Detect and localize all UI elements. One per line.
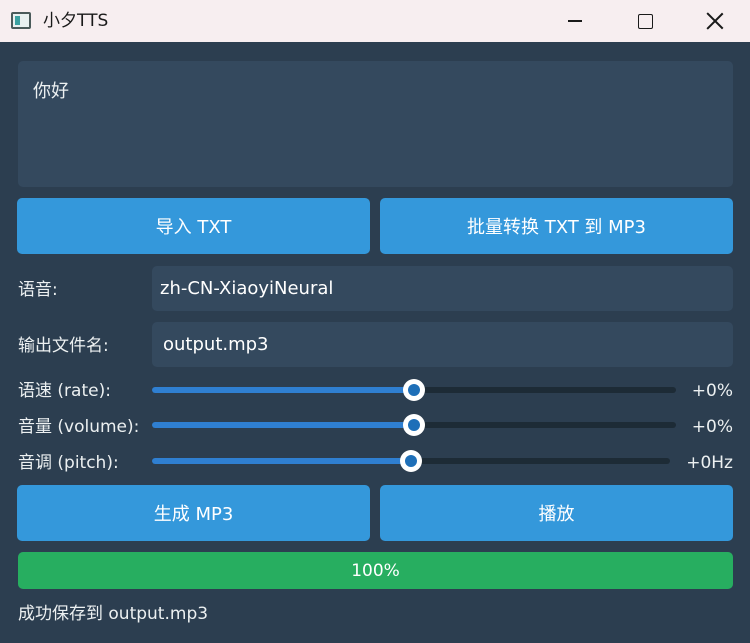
batch-convert-button[interactable]: 批量转换 TXT 到 MP3 <box>380 198 733 254</box>
progress-text: 100% <box>351 560 400 581</box>
minimize-icon <box>568 20 582 22</box>
pitch-slider[interactable] <box>152 449 670 473</box>
pitch-slider-fill <box>152 458 411 464</box>
maximize-button[interactable] <box>610 0 680 42</box>
app-window-icon <box>11 12 31 29</box>
voice-select[interactable]: zh-CN-XiaoyiNeural <box>152 266 733 311</box>
volume-slider[interactable] <box>152 413 676 437</box>
volume-value: +0% <box>691 417 733 437</box>
rate-value: +0% <box>691 381 733 401</box>
pitch-label: 音调 (pitch): <box>18 453 119 473</box>
rate-slider-fill <box>152 387 414 393</box>
window-title: 小夕TTS <box>43 11 109 31</box>
close-icon <box>706 12 724 30</box>
volume-slider-fill <box>152 422 414 428</box>
progress-bar: 100% <box>18 552 733 589</box>
volume-label: 音量 (volume): <box>18 417 140 437</box>
status-message: 成功保存到 output.mp3 <box>18 604 209 624</box>
minimize-button[interactable] <box>540 0 610 42</box>
voice-label: 语音: <box>18 280 58 300</box>
pitch-slider-handle[interactable] <box>400 450 422 472</box>
rate-label: 语速 (rate): <box>18 381 111 401</box>
output-filename-input[interactable]: output.mp3 <box>152 322 733 367</box>
rate-slider-handle[interactable] <box>403 379 425 401</box>
pitch-value: +0Hz <box>686 453 733 473</box>
rate-slider[interactable] <box>152 378 676 402</box>
maximize-icon <box>637 13 653 29</box>
title-bar: 小夕TTS <box>0 0 750 42</box>
output-filename-label: 输出文件名: <box>18 336 109 356</box>
import-txt-button[interactable]: 导入 TXT <box>17 198 370 254</box>
text-input-area[interactable]: 你好 <box>18 61 733 187</box>
generate-mp3-button[interactable]: 生成 MP3 <box>17 485 370 541</box>
close-button[interactable] <box>680 0 750 42</box>
play-button[interactable]: 播放 <box>380 485 733 541</box>
volume-slider-handle[interactable] <box>403 414 425 436</box>
